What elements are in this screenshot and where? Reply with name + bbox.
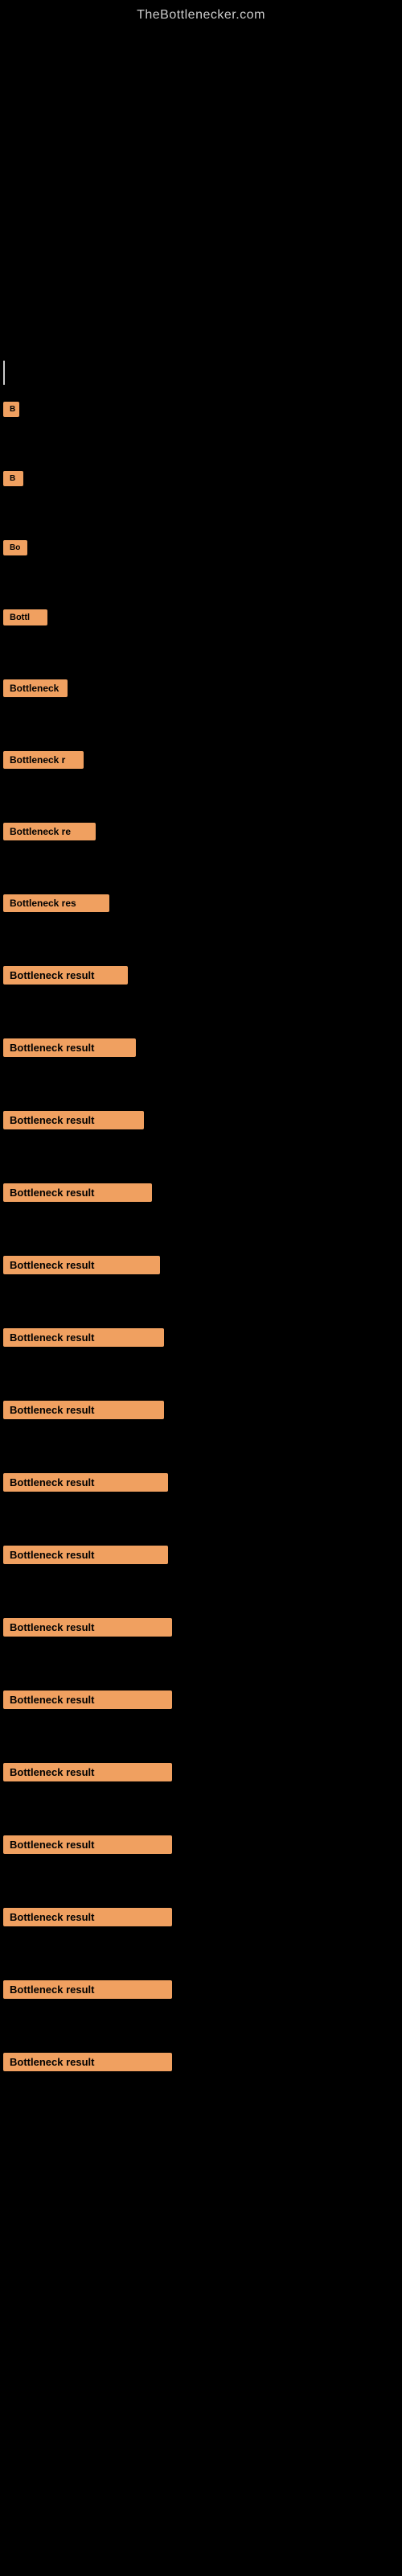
list-item: Bottl (0, 601, 402, 638)
bottleneck-bar-21: Bottleneck result (3, 1835, 172, 1854)
bottleneck-bar-15: Bottleneck result (3, 1401, 164, 1419)
site-title: TheBottlenecker.com (0, 0, 402, 31)
spacer (0, 638, 402, 671)
spacer (0, 1649, 402, 1682)
spacer (0, 1070, 402, 1102)
list-item: Bottleneck re (0, 814, 402, 853)
bottleneck-bar-23: Bottleneck result (3, 1980, 172, 1999)
spacer (0, 997, 402, 1030)
spacer (0, 1142, 402, 1174)
list-item: B (0, 393, 402, 430)
list-item: Bottleneck result (0, 1537, 402, 1577)
list-item: Bottleneck result (0, 1971, 402, 2012)
list-item: Bottleneck res (0, 886, 402, 925)
list-item: Bottleneck result (0, 1247, 402, 1287)
chart-area (0, 31, 402, 353)
list-item: Bottleneck result (0, 1827, 402, 1867)
spacer (0, 1722, 402, 1754)
spacer (0, 430, 402, 462)
list-item: Bottleneck result (0, 1392, 402, 1432)
bottleneck-bar-3: Bo (3, 540, 27, 555)
list-item: B (0, 462, 402, 499)
bottleneck-bar-24: Bottleneck result (3, 2053, 172, 2071)
spacer (0, 925, 402, 957)
spacer (0, 1432, 402, 1464)
bottleneck-bar-10: Bottleneck result (3, 1038, 136, 1057)
list-item: Bottleneck result (0, 1319, 402, 1360)
bottleneck-bar-17: Bottleneck result (3, 1546, 168, 1564)
spacer (0, 1867, 402, 1899)
spacer (0, 1505, 402, 1537)
spacer (0, 1794, 402, 1827)
bottleneck-bar-18: Bottleneck result (3, 1618, 172, 1637)
spacer (0, 568, 402, 601)
spacer (0, 1939, 402, 1971)
list-item: Bottleneck result (0, 1899, 402, 1939)
list-item: Bottleneck result (0, 1174, 402, 1215)
list-item: Bottleneck result (0, 2044, 402, 2084)
bottleneck-bar-7: Bottleneck re (3, 823, 96, 840)
cursor-line (3, 361, 5, 385)
spacer (0, 1360, 402, 1392)
spacer (0, 499, 402, 531)
list-item: Bottleneck r (0, 742, 402, 782)
bottleneck-bar-16: Bottleneck result (3, 1473, 168, 1492)
list-item: Bottleneck (0, 671, 402, 710)
bottleneck-bar-5: Bottleneck (3, 679, 68, 697)
spacer (0, 1577, 402, 1609)
spacer (0, 1287, 402, 1319)
spacer (0, 710, 402, 742)
list-item: Bottleneck result (0, 1030, 402, 1070)
bottleneck-bar-9: Bottleneck result (3, 966, 128, 985)
bottleneck-bar-1: B (3, 402, 19, 417)
bottleneck-bar-22: Bottleneck result (3, 1908, 172, 1926)
bottleneck-bar-6: Bottleneck r (3, 751, 84, 769)
list-item: Bottleneck result (0, 1102, 402, 1142)
bottleneck-bar-4: Bottl (3, 609, 47, 625)
bottleneck-bar-19: Bottleneck result (3, 1690, 172, 1709)
list-item: Bottleneck result (0, 1464, 402, 1505)
spacer (0, 2012, 402, 2044)
list-item: Bottleneck result (0, 1682, 402, 1722)
bottleneck-bar-2: B (3, 471, 23, 486)
bottleneck-bar-13: Bottleneck result (3, 1256, 160, 1274)
bottleneck-bar-20: Bottleneck result (3, 1763, 172, 1781)
list-item: Bottleneck result (0, 957, 402, 997)
list-item: Bo (0, 531, 402, 568)
bottleneck-bar-11: Bottleneck result (3, 1111, 144, 1129)
spacer (0, 1215, 402, 1247)
bottleneck-bar-14: Bottleneck result (3, 1328, 164, 1347)
spacer (0, 853, 402, 886)
bottleneck-bar-8: Bottleneck res (3, 894, 109, 912)
bottleneck-bar-12: Bottleneck result (3, 1183, 152, 1202)
list-item: Bottleneck result (0, 1754, 402, 1794)
list-item: Bottleneck result (0, 1609, 402, 1649)
spacer (0, 782, 402, 814)
site-header: TheBottlenecker.com (0, 0, 402, 31)
